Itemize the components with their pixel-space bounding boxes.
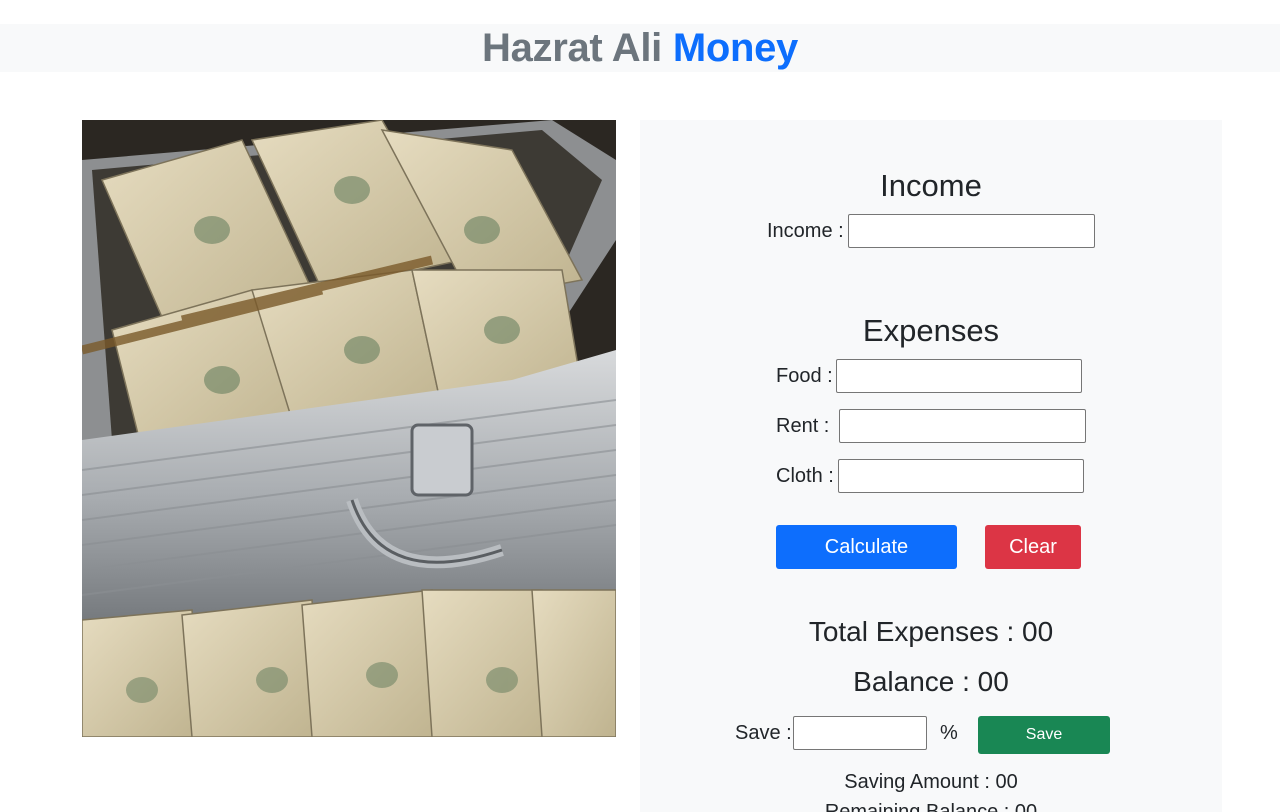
percent-sign: %: [940, 722, 958, 744]
rent-label: Rent :: [776, 415, 830, 437]
page-header: Hazrat Ali Money: [0, 24, 1280, 72]
cloth-label: Cloth :: [776, 465, 834, 487]
total-expenses-text: Total Expenses : 00: [808, 616, 1054, 647]
remaining-balance-text: Remaining Balance : 00: [824, 801, 1038, 812]
food-label: Food :: [776, 365, 833, 387]
budget-calculator-panel: Income Income : Expenses Food : Rent : C…: [640, 120, 1222, 812]
income-input[interactable]: [848, 214, 1095, 248]
cloth-input[interactable]: [838, 459, 1084, 493]
site-title: Hazrat Ali Money: [0, 24, 1280, 72]
food-input[interactable]: [836, 359, 1082, 393]
money-briefcase-image: [82, 120, 616, 737]
expenses-heading: Expenses: [862, 313, 1000, 348]
money-briefcase-illustration: [82, 120, 616, 737]
income-heading: Income: [880, 168, 982, 203]
save-button[interactable]: Save: [978, 716, 1110, 754]
saving-amount-text: Saving Amount : 00: [844, 771, 1018, 793]
balance-text: Balance : 00: [853, 666, 1009, 697]
save-percent-input[interactable]: [793, 716, 927, 750]
rent-input[interactable]: [839, 409, 1086, 443]
title-name: Hazrat Ali: [481, 26, 662, 70]
save-label: Save :: [735, 722, 792, 744]
calculate-button[interactable]: Calculate: [776, 525, 957, 569]
income-label: Income :: [767, 220, 844, 242]
title-money: Money: [672, 26, 799, 70]
clear-button[interactable]: Clear: [985, 525, 1081, 569]
